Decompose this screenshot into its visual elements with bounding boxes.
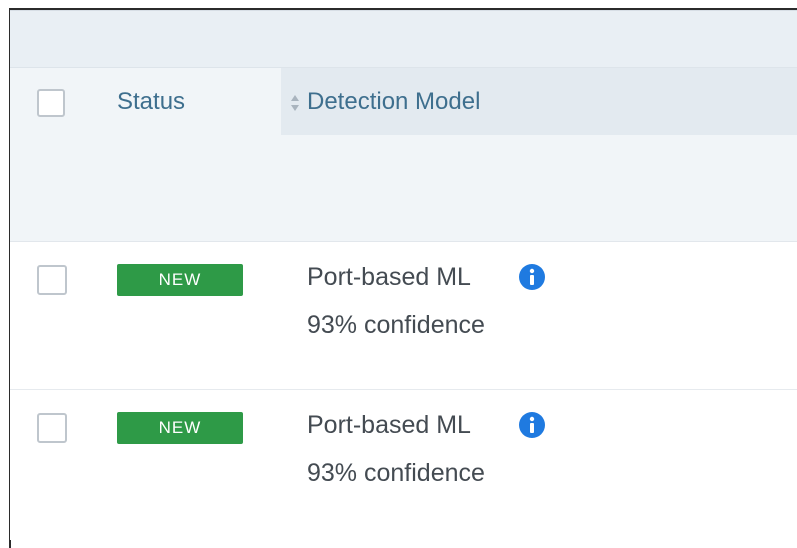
column-header-detection-model[interactable]: Detection Model — [307, 88, 480, 116]
table-row[interactable]: NEW Port-based ML 93% confidence — [10, 242, 797, 390]
sort-icon[interactable] — [288, 92, 302, 114]
table-row[interactable]: NEW Port-based ML 93% confidence — [10, 390, 797, 540]
status-badge: NEW — [117, 264, 243, 296]
info-circle-icon[interactable] — [518, 263, 546, 291]
info-circle-icon[interactable] — [518, 411, 546, 439]
table-toolbar — [10, 10, 797, 68]
detection-model-name: Port-based ML — [307, 263, 471, 291]
status-badge: NEW — [117, 412, 243, 444]
detection-model-name: Port-based ML — [307, 411, 471, 439]
column-header-status[interactable]: Status — [117, 88, 185, 116]
confidence-value: 93% confidence — [307, 459, 485, 487]
row-checkbox[interactable] — [37, 413, 67, 443]
row-checkbox[interactable] — [37, 265, 67, 295]
select-all-checkbox[interactable] — [37, 89, 65, 117]
confidence-value: 93% confidence — [307, 311, 485, 339]
